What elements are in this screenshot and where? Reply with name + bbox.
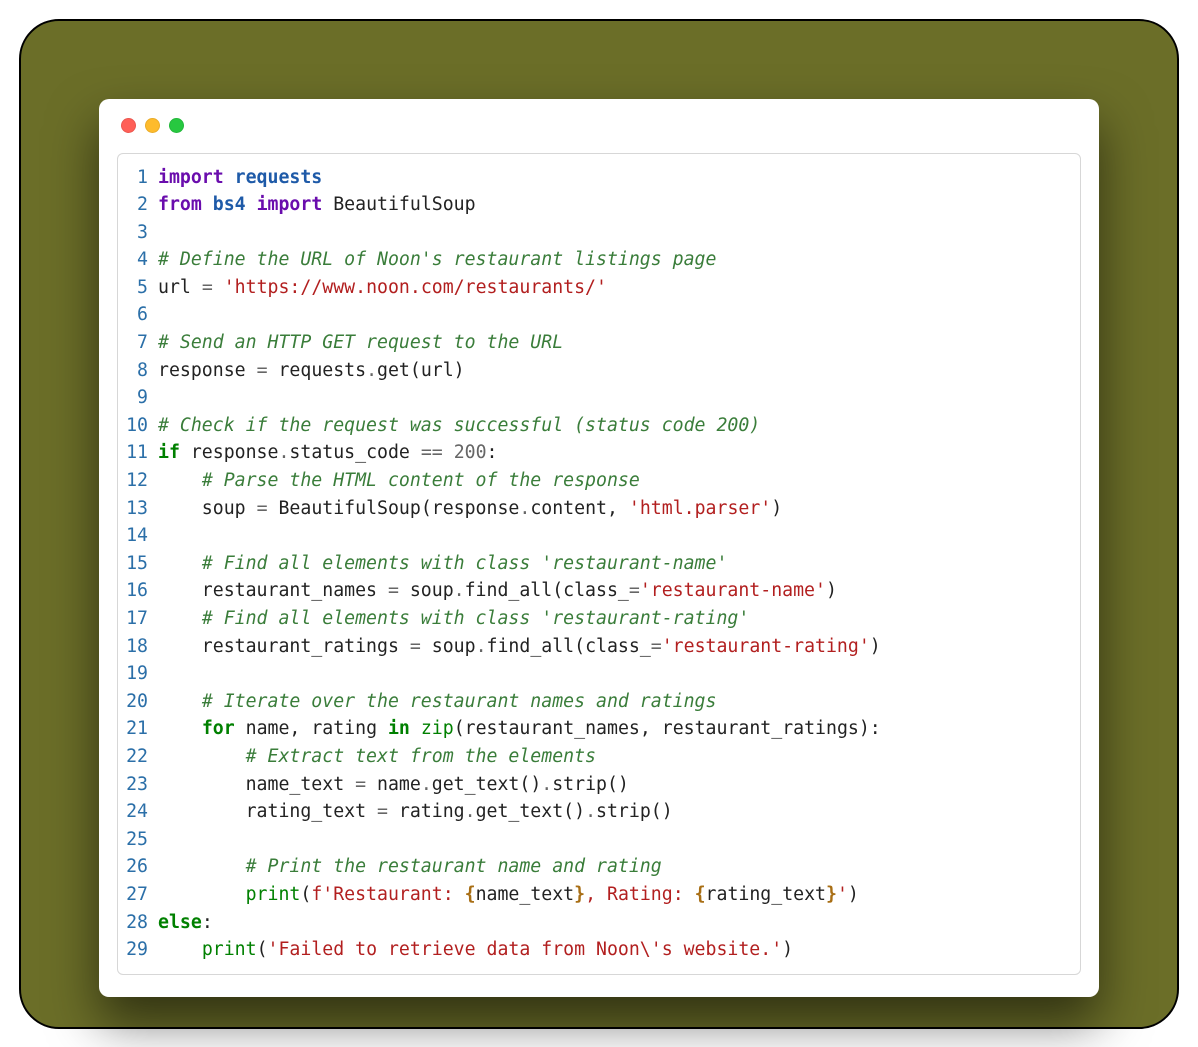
code-line: 14 bbox=[118, 522, 1080, 550]
code-content[interactable] bbox=[158, 522, 1080, 550]
code-line: 24 rating_text = rating.get_text().strip… bbox=[118, 798, 1080, 826]
code-content[interactable]: # Check if the request was successful (s… bbox=[158, 412, 1080, 440]
line-number: 27 bbox=[118, 881, 158, 909]
code-line: 6 bbox=[118, 301, 1080, 329]
desktop-background: 1import requests2from bs4 import Beautif… bbox=[19, 19, 1179, 1029]
code-content[interactable]: rating_text = rating.get_text().strip() bbox=[158, 798, 1080, 826]
line-number: 20 bbox=[118, 688, 158, 716]
code-line: 11if response.status_code == 200: bbox=[118, 439, 1080, 467]
code-line: 28else: bbox=[118, 909, 1080, 937]
code-content[interactable]: print(f'Restaurant: {name_text}, Rating:… bbox=[158, 881, 1080, 909]
code-content[interactable] bbox=[158, 660, 1080, 688]
line-number: 28 bbox=[118, 909, 158, 937]
line-number: 23 bbox=[118, 771, 158, 799]
code-line: 4# Define the URL of Noon's restaurant l… bbox=[118, 246, 1080, 274]
line-number: 19 bbox=[118, 660, 158, 688]
code-content[interactable]: restaurant_ratings = soup.find_all(class… bbox=[158, 633, 1080, 661]
line-number: 18 bbox=[118, 633, 158, 661]
line-number: 4 bbox=[118, 246, 158, 274]
code-content[interactable]: # Find all elements with class 'restaura… bbox=[158, 550, 1080, 578]
line-number: 1 bbox=[118, 164, 158, 192]
code-content[interactable]: else: bbox=[158, 909, 1080, 937]
line-number: 12 bbox=[118, 467, 158, 495]
line-number: 9 bbox=[118, 384, 158, 412]
code-content[interactable]: # Find all elements with class 'restaura… bbox=[158, 605, 1080, 633]
code-content[interactable]: for name, rating in zip(restaurant_names… bbox=[158, 715, 1080, 743]
code-line: 20 # Iterate over the restaurant names a… bbox=[118, 688, 1080, 716]
code-line: 19 bbox=[118, 660, 1080, 688]
code-line: 13 soup = BeautifulSoup(response.content… bbox=[118, 495, 1080, 523]
code-line: 7# Send an HTTP GET request to the URL bbox=[118, 329, 1080, 357]
code-line: 18 restaurant_ratings = soup.find_all(cl… bbox=[118, 633, 1080, 661]
code-line: 17 # Find all elements with class 'resta… bbox=[118, 605, 1080, 633]
code-content[interactable]: # Extract text from the elements bbox=[158, 743, 1080, 771]
line-number: 15 bbox=[118, 550, 158, 578]
code-content[interactable]: name_text = name.get_text().strip() bbox=[158, 771, 1080, 799]
code-content[interactable]: # Print the restaurant name and rating bbox=[158, 853, 1080, 881]
code-content[interactable]: soup = BeautifulSoup(response.content, '… bbox=[158, 495, 1080, 523]
line-number: 13 bbox=[118, 495, 158, 523]
line-number: 29 bbox=[118, 936, 158, 964]
code-content[interactable] bbox=[158, 826, 1080, 854]
code-content[interactable]: response = requests.get(url) bbox=[158, 357, 1080, 385]
code-content[interactable]: # Parse the HTML content of the response bbox=[158, 467, 1080, 495]
line-number: 3 bbox=[118, 219, 158, 247]
code-line: 23 name_text = name.get_text().strip() bbox=[118, 771, 1080, 799]
line-number: 7 bbox=[118, 329, 158, 357]
code-line: 21 for name, rating in zip(restaurant_na… bbox=[118, 715, 1080, 743]
code-content[interactable]: # Iterate over the restaurant names and … bbox=[158, 688, 1080, 716]
line-number: 16 bbox=[118, 577, 158, 605]
line-number: 14 bbox=[118, 522, 158, 550]
code-line: 26 # Print the restaurant name and ratin… bbox=[118, 853, 1080, 881]
code-content[interactable] bbox=[158, 219, 1080, 247]
code-line: 2from bs4 import BeautifulSoup bbox=[118, 191, 1080, 219]
code-line: 16 restaurant_names = soup.find_all(clas… bbox=[118, 577, 1080, 605]
line-number: 8 bbox=[118, 357, 158, 385]
code-line: 25 bbox=[118, 826, 1080, 854]
code-content[interactable]: from bs4 import BeautifulSoup bbox=[158, 191, 1080, 219]
code-line: 22 # Extract text from the elements bbox=[118, 743, 1080, 771]
maximize-icon[interactable] bbox=[169, 118, 184, 133]
line-number: 11 bbox=[118, 439, 158, 467]
code-line: 1import requests bbox=[118, 164, 1080, 192]
code-content[interactable] bbox=[158, 301, 1080, 329]
code-content[interactable]: url = 'https://www.noon.com/restaurants/… bbox=[158, 274, 1080, 302]
code-editor[interactable]: 1import requests2from bs4 import Beautif… bbox=[117, 153, 1081, 975]
code-line: 10# Check if the request was successful … bbox=[118, 412, 1080, 440]
line-number: 22 bbox=[118, 743, 158, 771]
code-content[interactable]: restaurant_names = soup.find_all(class_=… bbox=[158, 577, 1080, 605]
code-line: 29 print('Failed to retrieve data from N… bbox=[118, 936, 1080, 964]
code-line: 5url = 'https://www.noon.com/restaurants… bbox=[118, 274, 1080, 302]
code-content[interactable]: print('Failed to retrieve data from Noon… bbox=[158, 936, 1080, 964]
line-number: 21 bbox=[118, 715, 158, 743]
line-number: 26 bbox=[118, 853, 158, 881]
code-content[interactable]: import requests bbox=[158, 164, 1080, 192]
line-number: 2 bbox=[118, 191, 158, 219]
code-line: 9 bbox=[118, 384, 1080, 412]
code-line: 3 bbox=[118, 219, 1080, 247]
line-number: 25 bbox=[118, 826, 158, 854]
line-number: 6 bbox=[118, 301, 158, 329]
line-number: 5 bbox=[118, 274, 158, 302]
code-line: 12 # Parse the HTML content of the respo… bbox=[118, 467, 1080, 495]
line-number: 17 bbox=[118, 605, 158, 633]
line-number: 24 bbox=[118, 798, 158, 826]
code-content[interactable]: # Define the URL of Noon's restaurant li… bbox=[158, 246, 1080, 274]
line-number: 10 bbox=[118, 412, 158, 440]
code-line: 8response = requests.get(url) bbox=[118, 357, 1080, 385]
minimize-icon[interactable] bbox=[145, 118, 160, 133]
code-content[interactable]: # Send an HTTP GET request to the URL bbox=[158, 329, 1080, 357]
code-line: 15 # Find all elements with class 'resta… bbox=[118, 550, 1080, 578]
close-icon[interactable] bbox=[121, 118, 136, 133]
code-content[interactable] bbox=[158, 384, 1080, 412]
code-window: 1import requests2from bs4 import Beautif… bbox=[99, 99, 1099, 997]
code-content[interactable]: if response.status_code == 200: bbox=[158, 439, 1080, 467]
code-line: 27 print(f'Restaurant: {name_text}, Rati… bbox=[118, 881, 1080, 909]
window-titlebar bbox=[99, 99, 1099, 153]
